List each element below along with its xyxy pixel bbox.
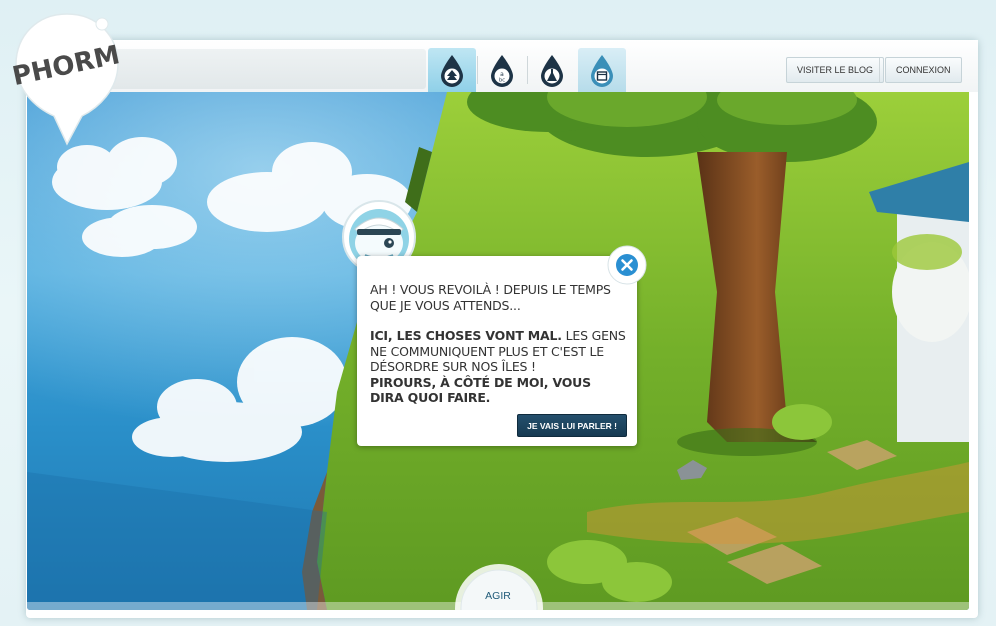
dialog-line1: Ah ! Vous revoilà ! Depuis le temps que …: [370, 282, 611, 313]
login-button[interactable]: Connexion: [885, 57, 962, 83]
action-wheel[interactable]: [453, 562, 545, 610]
tab-text[interactable]: a bc: [478, 48, 526, 92]
dialog-box: Ah ! Vous revoilà ! Depuis le temps que …: [357, 256, 637, 446]
toolbar-search-area: [110, 49, 426, 89]
phorm-logo: PHORM: [12, 13, 122, 146]
talk-button[interactable]: Je vais lui parler !: [517, 414, 627, 437]
dialog-bold1: Ici, les choses vont mal.: [370, 328, 562, 343]
svg-text:bc: bc: [499, 78, 505, 84]
tab-tree[interactable]: [428, 48, 476, 92]
close-icon[interactable]: [607, 245, 647, 285]
dialog-bold2: Pirours, à côté de moi, vous dira quoi f…: [370, 374, 591, 406]
visit-blog-button[interactable]: Visiter le blog: [786, 57, 885, 83]
tab-window[interactable]: [578, 48, 626, 92]
window-icon: [591, 55, 613, 87]
agir-button-label[interactable]: Agir: [478, 590, 518, 602]
dialog-message: Ah ! Vous revoilà ! Depuis le temps que …: [370, 282, 628, 421]
bottle-icon: [541, 55, 563, 87]
tab-bottle[interactable]: [528, 48, 576, 92]
text-icon: a bc: [491, 55, 513, 87]
tree-icon: [441, 55, 463, 87]
header-divider: [879, 58, 880, 82]
